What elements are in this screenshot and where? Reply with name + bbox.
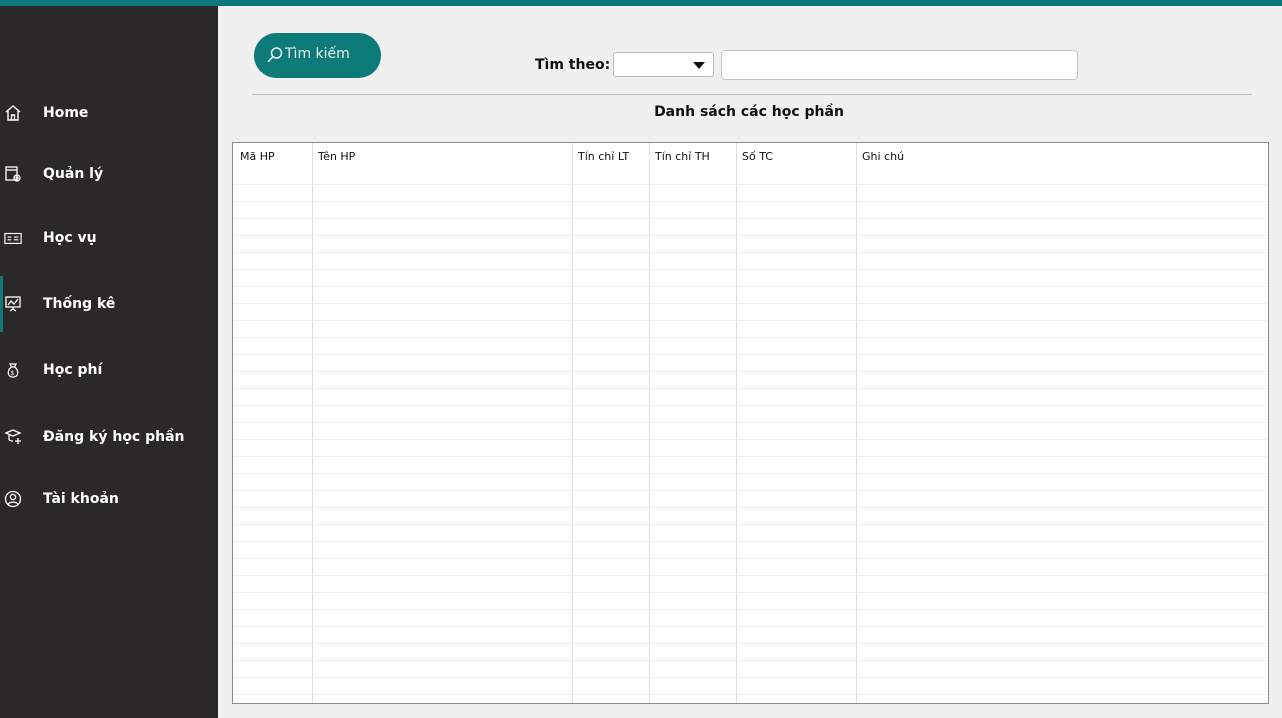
search-input[interactable] [721,50,1078,80]
search-button-label: Tìm kiếm [285,46,350,62]
table-row [233,660,1268,661]
table-row [233,371,1268,372]
sidebar-item-hoc-vu[interactable]: Học vụ [0,214,218,262]
list-title: Danh sách các học phần [654,104,844,120]
course-table[interactable]: Mã HP Tên HP Tín chỉ LT Tín chỉ TH Số TC… [232,142,1269,704]
column-header-so-tc[interactable]: Số TC [742,150,773,163]
manage-settings-icon [4,165,22,183]
user-circle-icon [4,490,22,508]
table-row [233,694,1268,695]
column-header-tin-chi-lt[interactable]: Tín chỉ LT [578,150,629,163]
search-button[interactable]: Tìm kiếm [254,33,381,78]
sidebar-item-label: Học vụ [43,230,97,246]
table-row [233,405,1268,406]
sidebar-item-label: Đăng ký học phần [43,429,185,445]
table-row [233,320,1268,321]
filter-label: Tìm theo: [535,57,611,73]
table-row [233,643,1268,644]
table-row [233,507,1268,508]
column-header-ghi-chu[interactable]: Ghi chú [862,150,904,163]
sidebar: Home Quản lý Học vụ Thống kê $ Học phí Đ… [0,6,218,718]
divider [252,94,1252,95]
sidebar-item-label: Học phí [43,362,103,378]
table-row [233,252,1268,253]
svg-text:$: $ [11,370,15,377]
table-row [233,218,1268,219]
table-row [233,388,1268,389]
table-row [233,558,1268,559]
table-row [233,524,1268,525]
sidebar-item-home[interactable]: Home [0,89,218,137]
table-row [233,235,1268,236]
table-row [233,422,1268,423]
column-header-ma-hp[interactable]: Mã HP [240,150,275,163]
sidebar-item-hoc-phi[interactable]: $ Học phí [0,346,218,394]
id-card-icon [4,229,22,247]
table-row [233,201,1268,202]
graduation-register-icon [4,428,22,446]
table-row [233,286,1268,287]
column-divider [856,143,857,703]
column-divider [312,143,313,703]
table-row [233,337,1268,338]
sidebar-item-label: Home [43,105,89,121]
table-row [233,677,1268,678]
money-bag-icon: $ [4,361,22,379]
sidebar-item-dang-ky-hoc-phan[interactable]: Đăng ký học phần [0,413,218,461]
filter-select[interactable] [613,52,714,77]
column-divider [649,143,650,703]
sidebar-item-label: Quản lý [43,166,104,182]
table-row [233,303,1268,304]
table-row [233,626,1268,627]
sidebar-item-quan-ly[interactable]: Quản lý [0,150,218,198]
table-row [233,473,1268,474]
sidebar-item-label: Tài khoản [43,491,119,507]
table-row [233,575,1268,576]
presentation-chart-icon [4,295,22,313]
table-row [233,541,1268,542]
sidebar-item-tai-khoan[interactable]: Tài khoản [0,475,218,523]
column-divider [736,143,737,703]
table-row [233,609,1268,610]
table-row [233,439,1268,440]
chevron-down-icon [693,62,705,69]
table-row [233,456,1268,457]
home-icon [4,104,22,122]
table-row [233,592,1268,593]
table-row [233,269,1268,270]
table-row [233,354,1268,355]
column-header-tin-chi-th[interactable]: Tín chỉ TH [655,150,710,163]
table-row [233,490,1268,491]
table-row [233,184,1268,185]
sidebar-item-thong-ke[interactable]: Thống kê [0,276,218,332]
sidebar-item-label: Thống kê [43,296,116,312]
column-divider [572,143,573,703]
search-icon [266,46,284,64]
column-header-ten-hp[interactable]: Tên HP [318,150,355,163]
